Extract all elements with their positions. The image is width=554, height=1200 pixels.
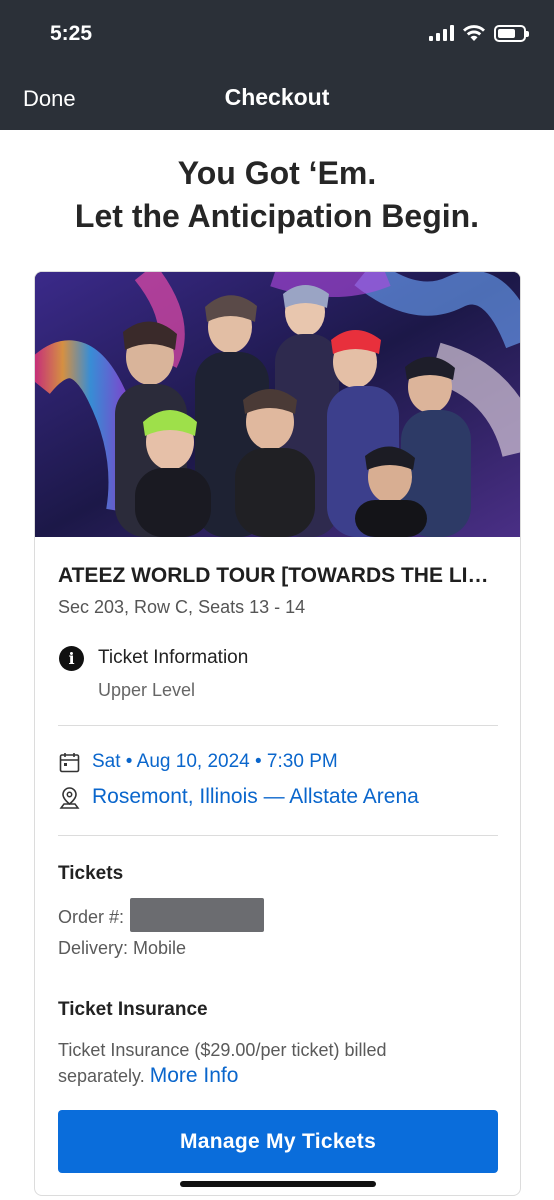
seat-details: Sec 203, Row C, Seats 13 - 14 bbox=[58, 597, 306, 617]
divider bbox=[58, 725, 498, 726]
signal-icon bbox=[429, 25, 454, 41]
more-info-link[interactable]: More Info bbox=[150, 1064, 239, 1087]
divider bbox=[58, 835, 498, 836]
confirmation-headline: You Got ‘Em. Let the Anticipation Begin. bbox=[0, 152, 554, 238]
home-indicator bbox=[180, 1181, 376, 1187]
info-icon: i bbox=[59, 646, 84, 671]
status-icons bbox=[429, 24, 529, 42]
ticket-level: Upper Level bbox=[98, 680, 196, 700]
headline-line-1: You Got ‘Em. bbox=[177, 155, 377, 191]
battery-icon bbox=[494, 24, 529, 42]
ticket-information-label: Ticket Information bbox=[98, 647, 249, 668]
order-number-redacted bbox=[130, 898, 265, 932]
event-datetime[interactable]: Sat • Aug 10, 2024 • 7:30 PM bbox=[92, 751, 338, 773]
order-number-row: Order #: bbox=[58, 898, 265, 935]
status-time: 5:25 bbox=[50, 22, 93, 45]
manage-my-tickets-button[interactable]: Manage My Tickets bbox=[58, 1110, 498, 1173]
calendar-icon bbox=[59, 753, 80, 773]
order-number-label: Order #: bbox=[58, 906, 125, 927]
page-title: Checkout bbox=[224, 84, 330, 110]
delivery-method: Delivery: Mobile bbox=[58, 938, 187, 958]
location-pin-icon bbox=[59, 787, 80, 809]
ticket-insurance-text: Ticket Insurance ($29.00/per ticket) bil… bbox=[58, 1037, 478, 1089]
event-title: ATEEZ WORLD TOUR [TOWARDS THE LIGHT : WI… bbox=[58, 564, 498, 587]
tickets-heading: Tickets bbox=[58, 863, 124, 884]
event-hero-image bbox=[35, 272, 520, 537]
ticket-insurance-heading: Ticket Insurance bbox=[58, 999, 208, 1020]
headline-line-2: Let the Anticipation Begin. bbox=[74, 198, 480, 234]
wifi-icon bbox=[463, 25, 485, 41]
event-venue-link[interactable]: Rosemont, Illinois — Allstate Arena bbox=[92, 785, 419, 809]
top-bar: 5:25 Done Checkout bbox=[0, 0, 554, 130]
order-card: ATEEZ WORLD TOUR [TOWARDS THE LIGHT : WI… bbox=[34, 271, 521, 1196]
